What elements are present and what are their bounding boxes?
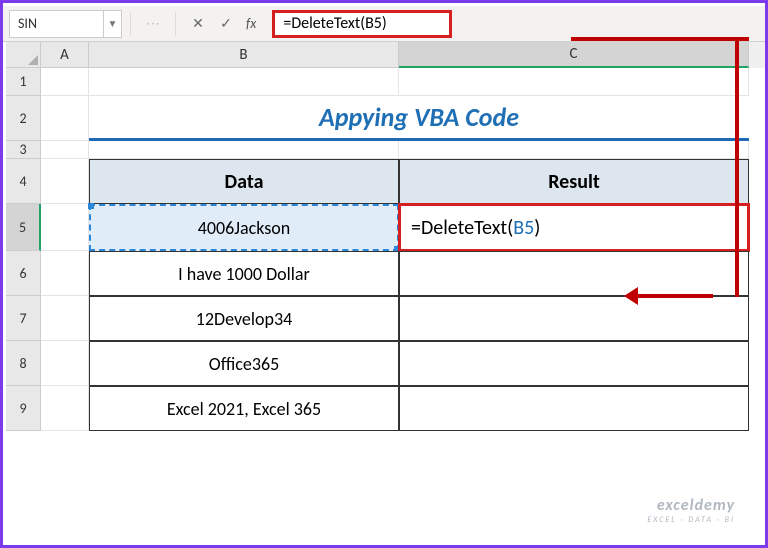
cell-reference: B5 <box>513 216 534 240</box>
name-box[interactable]: SIN <box>9 10 104 38</box>
cell-b6[interactable]: I have 1000 Dollar <box>89 251 399 296</box>
name-box-value: SIN <box>18 15 37 32</box>
formula-prefix: =DeleteText( <box>411 216 513 240</box>
column-header-a[interactable]: A <box>41 42 89 68</box>
cell-c9[interactable] <box>399 386 749 431</box>
cell-b5-value: 4006Jackson <box>198 217 290 239</box>
expand-icon: ⋯ <box>139 10 167 38</box>
row-header-6[interactable]: 6 <box>6 251 41 296</box>
cell-c1[interactable] <box>399 68 749 96</box>
annotation-connector-vertical <box>735 39 739 297</box>
cell-a2[interactable] <box>41 96 89 141</box>
formula-input[interactable]: =DeleteText(B5) <box>272 10 452 38</box>
watermark-sub: EXCEL · DATA · BI <box>647 515 735 525</box>
row-header-1[interactable]: 1 <box>6 68 41 96</box>
cell-a8[interactable] <box>41 341 89 386</box>
cell-b7[interactable]: 12Develop34 <box>89 296 399 341</box>
header-data[interactable]: Data <box>89 159 399 204</box>
cell-a9[interactable] <box>41 386 89 431</box>
watermark-main: exceldemy <box>647 496 735 515</box>
select-all-button[interactable] <box>6 42 41 68</box>
cell-c5[interactable]: =DeleteText(B5) <box>399 204 749 251</box>
row-header-3[interactable]: 3 <box>6 141 41 159</box>
cell-b8[interactable]: Office365 <box>89 341 399 386</box>
cell-c8[interactable] <box>399 341 749 386</box>
row-header-7[interactable]: 7 <box>6 296 41 341</box>
cell-b9[interactable]: Excel 2021, Excel 365 <box>89 386 399 431</box>
cell-a3[interactable] <box>41 141 89 159</box>
cell-c3[interactable] <box>399 141 749 159</box>
cell-a6[interactable] <box>41 251 89 296</box>
cell-a5[interactable] <box>41 204 89 251</box>
cell-b1[interactable] <box>89 68 399 96</box>
row-header-2[interactable]: 2 <box>6 96 41 141</box>
column-header-c[interactable]: C <box>399 42 749 68</box>
spreadsheet-grid: A B C 1 2 Appying VBA Code 3 4 Data Resu… <box>6 42 765 431</box>
cell-c7[interactable] <box>399 296 749 341</box>
title-cell[interactable]: Appying VBA Code <box>89 96 749 141</box>
fx-label[interactable]: fx <box>240 15 262 32</box>
watermark: exceldemy EXCEL · DATA · BI <box>647 496 735 525</box>
annotation-connector-top <box>571 37 749 41</box>
row-header-8[interactable]: 8 <box>6 341 41 386</box>
cell-c5-editing[interactable]: =DeleteText(B5) <box>398 203 750 252</box>
accept-icon[interactable]: ✓ <box>212 10 240 38</box>
cell-a4[interactable] <box>41 159 89 204</box>
formula-text: =DeleteText(B5) <box>283 14 386 33</box>
header-result[interactable]: Result <box>399 159 749 204</box>
row-header-9[interactable]: 9 <box>6 386 41 431</box>
column-headers: A B C <box>6 42 765 68</box>
name-box-dropdown[interactable]: ▼ <box>104 10 122 38</box>
row-header-5[interactable]: 5 <box>6 204 41 251</box>
column-header-b[interactable]: B <box>89 42 399 68</box>
cell-c6[interactable] <box>399 251 749 296</box>
cell-a1[interactable] <box>41 68 89 96</box>
formula-suffix: ) <box>534 216 540 240</box>
cell-a7[interactable] <box>41 296 89 341</box>
cell-b3[interactable] <box>89 141 399 159</box>
cell-b5[interactable]: 4006Jackson <box>89 204 399 251</box>
cancel-icon[interactable]: ✕ <box>184 10 212 38</box>
annotation-arrow-horizontal <box>638 294 713 298</box>
row-header-4[interactable]: 4 <box>6 159 41 204</box>
